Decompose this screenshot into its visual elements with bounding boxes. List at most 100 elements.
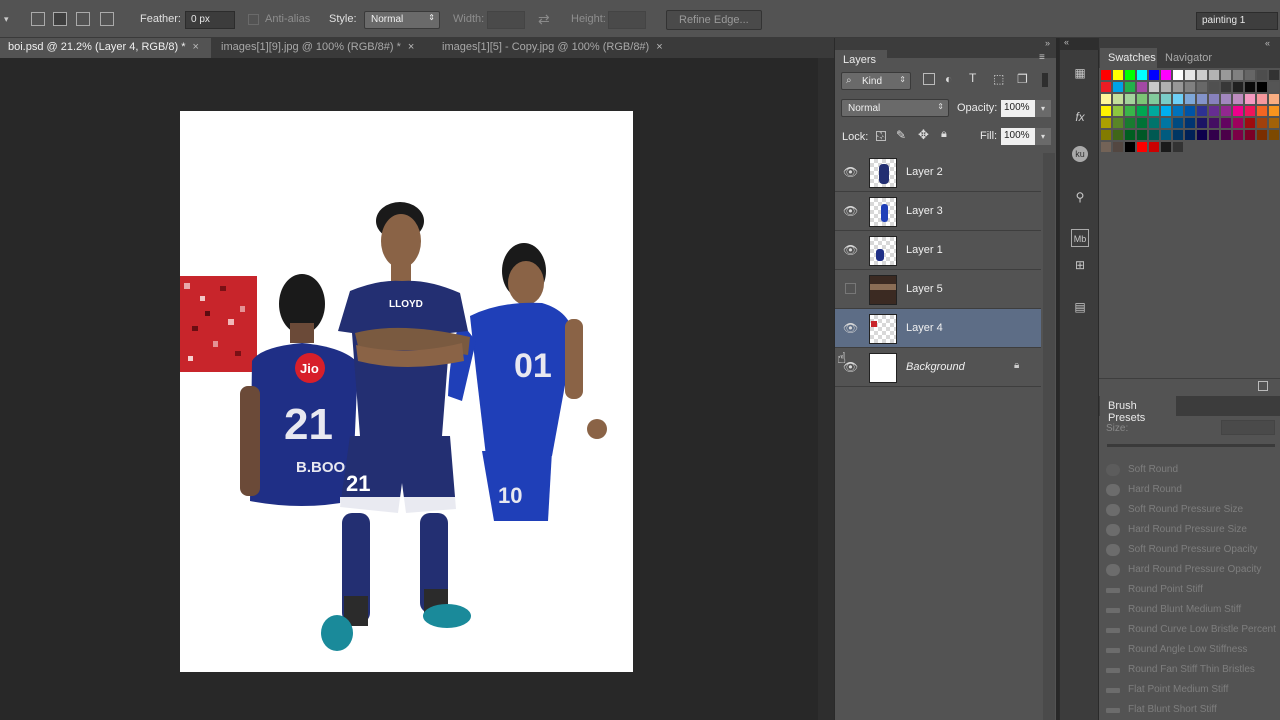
layer-filter-select[interactable]: ⌕ Kind ⇕ [841,72,911,90]
color-swatch[interactable] [1197,70,1207,80]
color-swatch[interactable] [1197,82,1207,92]
opacity-dropdown-icon[interactable]: ▾ [1035,100,1051,117]
color-swatch[interactable] [1101,142,1111,152]
layer-row-layer-5[interactable]: Layer 5 [835,270,1041,309]
color-swatch[interactable] [1113,94,1123,104]
brush-preset-item[interactable]: Soft Round Pressure Opacity [1103,540,1279,560]
size-slider[interactable] [1107,444,1275,447]
collapse-panel-icon[interactable]: « [1265,38,1270,48]
color-swatch[interactable] [1185,94,1195,104]
color-swatch[interactable] [1221,130,1231,140]
color-swatch[interactable] [1149,106,1159,116]
brush-preset-item[interactable]: Flat Point Medium Stiff [1103,680,1279,700]
new-selection-icon[interactable] [31,12,45,26]
fill-dropdown-icon[interactable]: ▾ [1035,128,1051,145]
layer-row-layer-2[interactable]: 👁︎ Layer 2 [835,153,1041,192]
color-swatch[interactable] [1245,94,1255,104]
color-swatch[interactable] [1269,106,1279,116]
brush-preset-item[interactable]: Round Point Stiff [1103,580,1279,600]
color-swatch[interactable] [1245,82,1255,92]
notes-icon[interactable]: ▤ [1071,298,1089,316]
color-swatch[interactable] [1161,142,1171,152]
brush-preset-item[interactable]: Hard Round Pressure Size [1103,520,1279,540]
color-swatch[interactable] [1245,70,1255,80]
color-swatch[interactable] [1125,70,1135,80]
panel-menu-icon[interactable]: ≡ [1039,52,1045,63]
color-swatch[interactable] [1125,142,1135,152]
fx-icon[interactable]: fx [1071,108,1089,126]
color-swatch[interactable] [1101,106,1111,116]
feather-input[interactable]: 0 px [185,11,235,29]
tab-images-1-9[interactable]: images[1][9].jpg @ 100% (RGB/8#) * × [213,38,432,58]
color-swatch[interactable] [1149,82,1159,92]
color-swatch[interactable] [1257,94,1267,104]
color-swatch[interactable] [1209,70,1219,80]
color-swatch[interactable] [1125,82,1135,92]
color-swatch[interactable] [1113,70,1123,80]
color-swatch[interactable] [1161,82,1171,92]
color-swatch[interactable] [1101,94,1111,104]
measure-icon[interactable]: ⊞ [1071,256,1089,274]
color-swatch[interactable] [1185,70,1195,80]
color-swatch[interactable] [1149,94,1159,104]
lock-position-icon[interactable]: ✥ [918,127,929,143]
fill-input[interactable]: 100% [1001,128,1035,145]
lock-image-icon[interactable]: ✎ [896,128,906,142]
color-swatch[interactable] [1233,130,1243,140]
swatch-grid[interactable] [1101,70,1280,160]
size-input[interactable] [1221,420,1275,435]
color-swatch[interactable] [1185,130,1195,140]
color-swatch[interactable] [1197,118,1207,128]
color-swatch[interactable] [1137,142,1147,152]
color-swatch[interactable] [1101,82,1111,92]
color-swatch[interactable] [1113,118,1123,128]
layer-row-layer-1[interactable]: 👁︎ Layer 1 [835,231,1041,270]
blend-mode-select[interactable]: Normal ⇕ [841,99,949,117]
brush-preset-item[interactable]: Round Fan Stiff Thin Bristles [1103,660,1279,680]
color-swatch[interactable] [1233,70,1243,80]
intersect-selection-icon[interactable] [100,12,114,26]
visibility-toggle-off[interactable] [845,283,856,294]
lock-all-icon[interactable]: 🔒︎ [941,128,947,141]
brush-preset-item[interactable]: Round Blunt Medium Stiff [1103,600,1279,620]
color-swatch[interactable] [1221,70,1231,80]
layers-tab[interactable]: Layers [835,50,887,70]
color-swatch[interactable] [1209,118,1219,128]
color-swatch[interactable] [1173,70,1183,80]
add-selection-icon[interactable] [53,12,67,26]
document-canvas[interactable]: Jio 21 B.BOOO 01 10 LLOYD 21 [180,111,633,672]
color-swatch[interactable] [1209,130,1219,140]
color-swatch[interactable] [1185,106,1195,116]
color-swatch[interactable] [1269,94,1279,104]
color-swatch[interactable] [1185,118,1195,128]
brush-preset-item[interactable]: Round Curve Low Bristle Percent [1103,620,1279,640]
color-swatch[interactable] [1245,118,1255,128]
collapse-strip-icon[interactable]: « [1064,37,1069,47]
color-swatch[interactable] [1257,118,1267,128]
color-swatch[interactable] [1149,118,1159,128]
color-swatch[interactable] [1197,94,1207,104]
brush-preset-item[interactable]: Soft Round Pressure Size [1103,500,1279,520]
layer-row-layer-4[interactable]: 👁︎ Layer 4 [835,309,1041,348]
color-swatch[interactable] [1125,94,1135,104]
height-input[interactable] [608,11,646,29]
filter-shape-icon[interactable]: ⬚ [993,72,1004,86]
close-icon[interactable]: × [408,41,414,53]
filter-adjustment-icon[interactable]: ◐ [945,72,952,86]
brush-preset-item[interactable]: Soft Round [1103,460,1279,480]
color-swatch[interactable] [1257,70,1267,80]
tab-brush-presets[interactable]: Brush Presets [1100,396,1176,424]
color-swatch[interactable] [1209,82,1219,92]
filter-smart-object-icon[interactable]: ❐ [1017,72,1028,86]
color-swatch[interactable] [1269,130,1279,140]
canvas-scrollbar[interactable] [818,58,834,720]
eye-icon[interactable]: 👁︎ [843,165,858,179]
color-swatch[interactable] [1101,130,1111,140]
color-swatch[interactable] [1125,106,1135,116]
color-swatch[interactable] [1221,94,1231,104]
layer-row-background[interactable]: 👁︎ Background 🔒︎ [835,348,1041,387]
color-swatch[interactable] [1137,70,1147,80]
lock-transparent-icon[interactable] [876,131,886,141]
color-swatch[interactable] [1161,94,1171,104]
close-icon[interactable]: × [192,41,198,53]
